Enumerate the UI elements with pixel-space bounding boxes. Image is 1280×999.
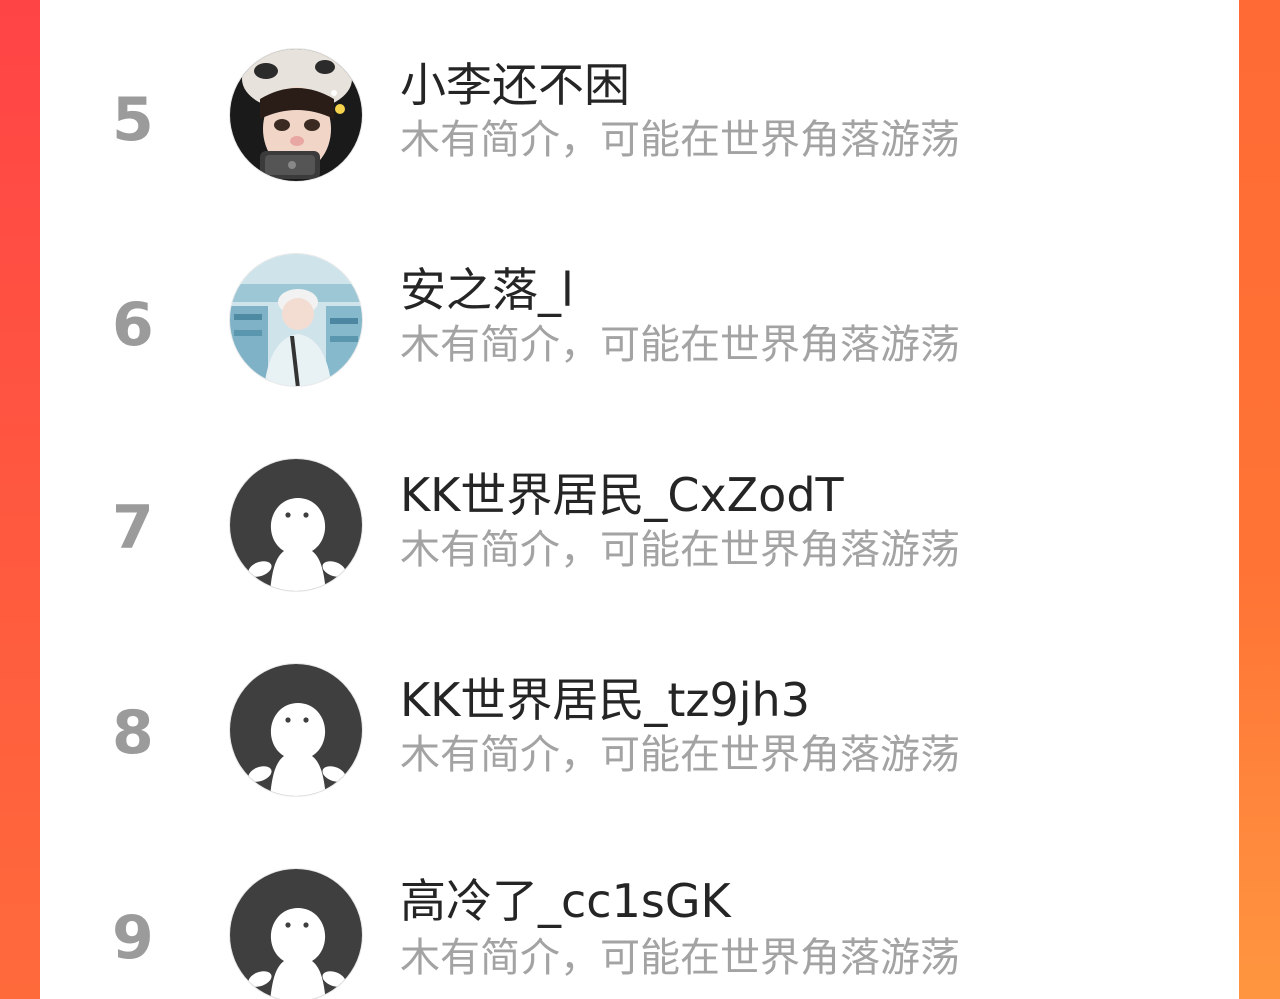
rank-number: 8 <box>112 698 154 768</box>
user-avatar[interactable] <box>229 253 363 387</box>
username[interactable]: KK世界居民_CxZodT <box>400 472 844 518</box>
default-avatar-icon <box>230 869 362 999</box>
right-gradient-border <box>1239 0 1280 999</box>
user-bio: 木有简介，可能在世界角落游荡 <box>400 935 960 981</box>
rank-number: 9 <box>112 903 154 973</box>
username[interactable]: 小李还不困 <box>400 62 630 108</box>
list-item[interactable]: 8 KK世界居民_tz9jh3 木有简介，可能在世界角落游荡 <box>40 615 1239 815</box>
boy-photo-avatar-icon <box>230 254 362 386</box>
list-item[interactable]: 9 高冷了_cc1sGK 木有简介，可能在世界角落游荡 <box>40 820 1239 999</box>
user-bio: 木有简介，可能在世界角落游荡 <box>400 117 960 163</box>
rank-number: 7 <box>112 493 154 563</box>
list-item[interactable]: 6 安之落_l 木有简介，可能在世界角落游荡 <box>40 205 1239 405</box>
user-avatar[interactable] <box>229 48 363 182</box>
ranking-list-panel: 5 小李还不困 木有简介，可能在世界角落游荡 6 安之落_l 木有简介，可能在世… <box>40 0 1239 999</box>
list-item[interactable]: 7 KK世界居民_CxZodT 木有简介，可能在世界角落游荡 <box>40 410 1239 610</box>
list-item[interactable]: 5 小李还不困 木有简介，可能在世界角落游荡 <box>40 0 1239 200</box>
user-bio: 木有简介，可能在世界角落游荡 <box>400 322 960 368</box>
user-bio: 木有简介，可能在世界角落游荡 <box>400 527 960 573</box>
username[interactable]: KK世界居民_tz9jh3 <box>400 677 810 723</box>
user-avatar[interactable] <box>229 663 363 797</box>
username[interactable]: 安之落_l <box>400 267 574 313</box>
rank-number: 5 <box>112 85 154 155</box>
default-avatar-icon <box>230 664 362 796</box>
left-gradient-border <box>0 0 40 999</box>
rank-number: 6 <box>112 290 154 360</box>
user-avatar[interactable] <box>229 458 363 592</box>
default-avatar-icon <box>230 459 362 591</box>
user-bio: 木有简介，可能在世界角落游荡 <box>400 732 960 778</box>
user-avatar[interactable] <box>229 868 363 999</box>
username[interactable]: 高冷了_cc1sGK <box>400 878 731 924</box>
girl-photo-avatar-icon <box>230 49 362 181</box>
